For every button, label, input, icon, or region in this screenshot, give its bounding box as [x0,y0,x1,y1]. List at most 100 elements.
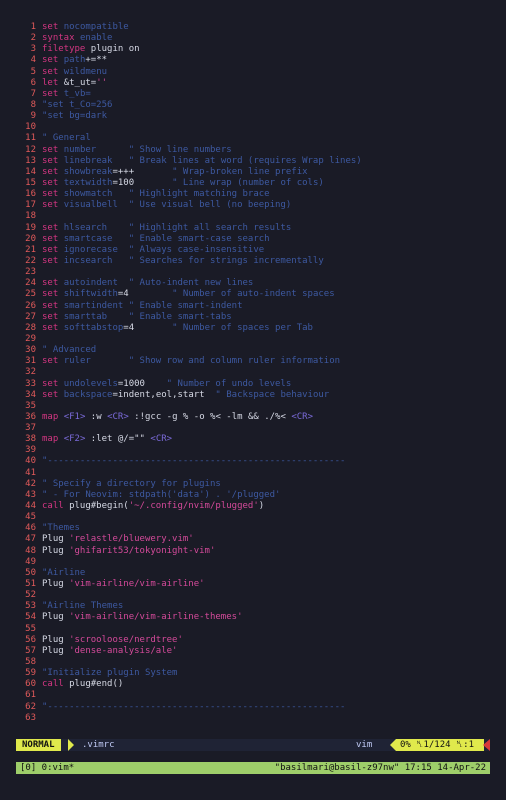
editor-line[interactable]: 16 set showmatch " Highlight matching bra… [16,189,490,200]
editor-line[interactable]: 4 set path+=** [16,55,490,66]
editor-line[interactable]: 21 set ignorecase " Always case-insensiti… [16,245,490,256]
code-token: " - For Neovim: stdpath('data') . '/plug… [42,489,281,500]
code-token: set [42,55,64,66]
editor-line[interactable]: 46 "Themes [16,523,490,534]
editor-line[interactable]: 60 call plug#end() [16,679,490,690]
code-token: path [63,55,86,66]
editor-line[interactable]: 51 Plug 'vim-airline/vim-airline' [16,579,490,590]
code-token: set [42,244,64,255]
code-token: Plug [42,634,70,645]
code-token: set [42,278,64,289]
line-number: 60 [25,679,36,690]
code-token: set [42,356,64,367]
tmux-window-list[interactable]: [0] 0:vim* [20,762,74,774]
editor-line[interactable]: 39 [16,445,490,456]
line-number: 48 [25,545,36,556]
editor-line[interactable]: 45 [16,512,490,523]
editor-line[interactable]: 10 [16,122,490,133]
editor-line[interactable]: 17 set visualbell " Use visual bell (no b… [16,200,490,211]
editor-line[interactable]: 26 set smartindent " Enable smart-indent [16,301,490,312]
editor-line[interactable]: 30 " Advanced [16,345,490,356]
editor-line[interactable]: 41 [16,468,490,479]
editor-buffer[interactable]: 1 set nocompatible 2 syntax enable 3 filetype… [16,22,490,724]
editor-line[interactable]: 28 set softtabstop=4 " Number of spaces p… [16,323,490,334]
editor-line[interactable]: 23 [16,267,490,278]
editor-line[interactable]: 33 set undolevels=1000 " Number of undo l… [16,379,490,390]
editor-line[interactable]: 9 "set bg=dark [16,111,490,122]
code-token: set [42,166,64,177]
editor-line[interactable]: 52 [16,590,490,601]
line-number: 16 [25,189,36,200]
code-token: Plug [42,579,70,590]
editor-line[interactable]: 56 Plug 'scrooloose/nerdtree' [16,635,490,646]
editor-line[interactable]: 11 " General [16,133,490,144]
tmux-host-info: "basilmari@basil-z97nw" 17:15 14-Apr-22 [274,763,486,773]
editor-line[interactable]: 49 [16,557,490,568]
editor-line[interactable]: 36 map <F1> :w <CR> :!gcc -g % -o %< -lm … [16,412,490,423]
editor-line[interactable]: 13 set linebreak " Break lines at word (r… [16,156,490,167]
code-token: smarttab " Enable smart-tabs [63,311,232,322]
editor-line[interactable]: 35 [16,401,490,412]
line-number: 27 [25,311,36,322]
terminal-window[interactable]: 1 set nocompatible 2 syntax enable 3 filetype… [0,0,506,800]
code-token: set [42,177,64,188]
editor-line[interactable]: 25 set shiftwidth=4 " Number of auto-inde… [16,289,490,300]
line-number: 40 [25,456,36,467]
line-number: 50 [25,567,36,578]
editor-line[interactable]: 61 [16,690,490,701]
editor-line[interactable]: 7 set t_vb= [16,89,490,100]
code-token: Plug [42,534,70,545]
editor-line[interactable]: 38 map <F2> :let @/="" <CR> [16,434,490,445]
code-token: :w [85,411,108,422]
code-token: 'scrooloose/nerdtree' [69,634,183,645]
editor-line[interactable]: 19 set hlsearch " Highlight all search re… [16,223,490,234]
code-token: :let @/="" [85,434,151,445]
editor-line[interactable]: 54 Plug 'vim-airline/vim-airline-themes' [16,612,490,623]
editor-line[interactable]: 31 set ruler " Show row and column ruler … [16,356,490,367]
editor-line[interactable]: 8 "set t_Co=256 [16,100,490,111]
editor-line[interactable]: 14 set showbreak=+++ " Wrap-broken line p… [16,167,490,178]
editor-line[interactable]: 47 Plug 'relastle/bluewery.vim' [16,534,490,545]
code-token: =+++ [112,166,135,177]
editor-line[interactable]: 57 Plug 'dense-analysis/ale' [16,646,490,657]
editor-line[interactable]: 53 "Airline Themes [16,601,490,612]
line-number: 52 [25,590,36,601]
editor-line[interactable]: 6 let &t_ut='' [16,78,490,89]
editor-line[interactable]: 18 [16,211,490,222]
line-number: 30 [25,345,36,356]
editor-line[interactable]: 44 call plug#begin('~/.config/nvim/plugge… [16,501,490,512]
editor-line[interactable]: 22 set incsearch " Searches for strings i… [16,256,490,267]
line-number: 46 [25,523,36,534]
editor-line[interactable]: 1 set nocompatible [16,22,490,33]
code-token: set [42,311,64,322]
editor-line[interactable]: 29 [16,334,490,345]
line-number: 57 [25,645,36,656]
editor-line[interactable]: 12 set number " Show line numbers [16,145,490,156]
editor-line[interactable]: 55 [16,624,490,635]
editor-line[interactable]: 62 "-------------------------------------… [16,702,490,713]
editor-line[interactable]: 50 "Airline [16,568,490,579]
code-token: number " Show line numbers [63,144,232,155]
editor-line[interactable]: 63 [16,713,490,724]
editor-line[interactable]: 34 set backspace=indent,eol,start " Backs… [16,390,490,401]
editor-line[interactable]: 43 " - For Neovim: stdpath('data') . '/pl… [16,490,490,501]
editor-line[interactable]: 24 set autoindent " Auto-indent new lines [16,278,490,289]
editor-line[interactable]: 59 "Initialize plugin System [16,668,490,679]
editor-line[interactable]: 27 set smarttab " Enable smart-tabs [16,312,490,323]
editor-line[interactable]: 58 [16,657,490,668]
editor-line[interactable]: 37 [16,423,490,434]
editor-line[interactable]: 32 [16,367,490,378]
code-token: "set bg=dark [42,111,108,122]
editor-line[interactable]: 48 Plug 'ghifarit53/tokyonight-vim' [16,546,490,557]
line-number: 31 [25,356,36,367]
editor-line[interactable]: 5 set wildmenu [16,67,490,78]
editor-line[interactable]: 3 filetype plugin on [16,44,490,55]
editor-line[interactable]: 2 syntax enable [16,33,490,44]
editor-line[interactable]: 40 "-------------------------------------… [16,456,490,467]
code-token: undolevels [63,378,118,389]
vim-statusline: NORMAL .vimrc vim 0% ␤1/124 ␤:1 [16,739,490,751]
editor-line[interactable]: 15 set textwidth=100 " Line wrap (number … [16,178,490,189]
code-token: =1000 [117,378,145,389]
editor-line[interactable]: 42 " Specify a directory for plugins [16,479,490,490]
editor-line[interactable]: 20 set smartcase " Enable smart-case sear… [16,234,490,245]
